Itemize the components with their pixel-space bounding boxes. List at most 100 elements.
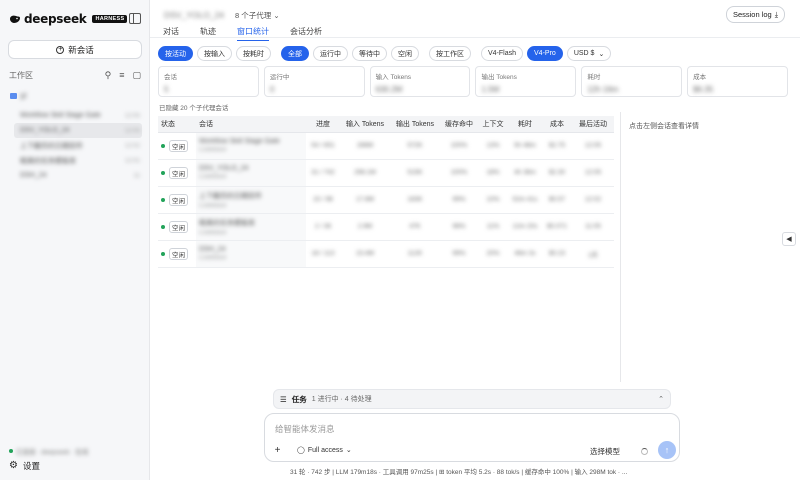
session-item[interactable]: 上下翻页的日期控件 12:02 <box>14 138 142 153</box>
filter-all-chip[interactable]: 全部 <box>281 46 309 61</box>
row-time: 46m 3s <box>508 240 542 268</box>
settings-button[interactable]: ⚙ 设置 <box>9 460 40 472</box>
session-table: 状态 会话 进度 输入 Tokens 输出 Tokens 缓存命中 上下文 耗时… <box>158 116 614 268</box>
task-list-icon: ☰ <box>280 394 287 404</box>
hidden-subagents-note: 已隐藏 20 个子代理会话 <box>159 105 229 112</box>
currency-select[interactable]: USD $ ⌄ <box>566 46 612 61</box>
workspace-folder[interactable]: gt <box>10 91 27 100</box>
gear-icon: ⚙ <box>9 460 18 471</box>
tab-session-analysis[interactable]: 会话分析 <box>290 24 322 41</box>
task-status: 1 进行中 · 4 待处理 <box>311 396 372 403</box>
model-select[interactable]: 选择模型 <box>590 446 620 457</box>
stat-card-running: 运行中 0 <box>263 66 365 97</box>
chevron-up-icon[interactable]: ⌃ <box>658 395 664 403</box>
sidebar: deepseek HARNESS + 新会话 工作区 ⚲ ≡ ▢ gt Work… <box>0 0 150 480</box>
row-context: 13% <box>478 132 508 160</box>
folder-icon <box>10 92 17 99</box>
row-cache: 100% <box>440 159 478 187</box>
row-context: 11% <box>478 213 508 241</box>
session-item[interactable]: DSH_24 11 <box>14 168 142 183</box>
stat-cards: 会话 5 运行中 0 输入 Tokens 630.2M 输出 Tokens 1.5M 耗… <box>158 66 788 97</box>
session-item-active[interactable]: DSV_YOLO_24 12:05 <box>14 123 142 138</box>
session-item[interactable]: Workflow Skill Stage Gate 12:05 <box>14 108 142 123</box>
col-last-activity[interactable]: 最后活动 <box>572 116 614 133</box>
sort-time-chip[interactable]: 按耗时 <box>236 46 271 61</box>
col-session[interactable]: 会话 <box>196 116 306 133</box>
row-input: 288M <box>340 132 390 160</box>
row-last: 12:05 <box>572 132 614 160</box>
new-chat-button[interactable]: + 新会话 <box>8 40 142 59</box>
workspace-header: 工作区 ⚲ ≡ ▢ <box>9 70 141 81</box>
row-input: 17.8M <box>340 186 390 214</box>
col-output-tokens[interactable]: 输出 Tokens <box>390 116 440 133</box>
logo-text: deepseek <box>24 12 87 26</box>
col-duration[interactable]: 耗时 <box>508 116 542 133</box>
row-progress: 2 / 36 <box>306 213 340 241</box>
filter-icon[interactable]: ≡ <box>119 70 124 81</box>
tab-chat[interactable]: 对话 <box>163 24 179 41</box>
stat-card-input-tokens: 输入 Tokens 630.2M <box>369 66 471 97</box>
row-cost: $2.75 <box>542 132 572 160</box>
col-state[interactable]: 状态 <box>158 116 196 133</box>
message-input[interactable]: 给智能体发消息 <box>275 423 335 435</box>
collapse-right-panel-icon[interactable]: ◀ <box>782 232 796 246</box>
message-composer[interactable]: 给智能体发消息 + ◯ Full access ⌄ 选择模型 ↑ <box>264 413 680 462</box>
row-session[interactable]: 精美的任务模板库 Codebase <box>196 213 306 241</box>
connection-status: 已连接 · deepseek · 在线 <box>9 446 88 456</box>
session-item[interactable]: 精美的任务模板库 12:01 <box>14 153 142 168</box>
model-v4-pro-chip[interactable]: V4-Pro <box>527 46 563 61</box>
row-state: 空闲 <box>158 132 196 160</box>
row-time: 12m 20s <box>508 213 542 241</box>
group-workspace-chip[interactable]: 按工作区 <box>429 46 471 61</box>
tab-trace[interactable]: 轨迹 <box>200 24 216 41</box>
col-cache-hit[interactable]: 缓存命中 <box>440 116 478 133</box>
table-row[interactable]: 空闲 Workflow Skill Stage Gate Codebase 54 / … <box>158 132 614 160</box>
tab-window-stats[interactable]: 窗口统计 <box>237 24 269 41</box>
session-log-button[interactable]: Session log ⤓ <box>726 6 785 23</box>
stat-card-output-tokens: 输出 Tokens 1.5M <box>475 66 577 97</box>
agents-dropdown[interactable]: 8 个子代理 ⌄ <box>235 10 280 21</box>
access-mode-select[interactable]: ◯ Full access ⌄ <box>297 446 352 455</box>
row-cost: $0.23 <box>542 240 572 268</box>
table-row[interactable]: 空闲 DSV_YOLO_24 Codebase 31 / 742 298.1M 515K 1… <box>158 159 614 187</box>
search-icon[interactable]: ⚲ <box>105 70 112 81</box>
col-input-tokens[interactable]: 输入 Tokens <box>340 116 390 133</box>
table-row[interactable]: 空闲 DSH_24 Codebase 18 / 113 23.4M 112K 99% 20% 4… <box>158 240 614 268</box>
row-input: 2.9M <box>340 213 390 241</box>
row-last: 1天 <box>572 240 614 268</box>
sort-input-chip[interactable]: 按输入 <box>197 46 232 61</box>
row-session[interactable]: DSH_24 Codebase <box>196 240 306 268</box>
row-cost: $0.57 <box>542 186 572 214</box>
page-title: DSV_YOLO_24 <box>164 10 225 20</box>
row-session[interactable]: DSV_YOLO_24 Codebase <box>196 159 306 187</box>
attach-plus-icon[interactable]: + <box>271 444 284 457</box>
filter-running-chip[interactable]: 运行中 <box>313 46 348 61</box>
row-session[interactable]: 上下翻页的日期控件 Codebase <box>196 186 306 214</box>
filter-idle-chip[interactable]: 空闲 <box>391 46 419 61</box>
table-row[interactable]: 空闲 上下翻页的日期控件 Codebase 15 / 98 17.8M 183K 99% 10… <box>158 186 614 214</box>
status-text: 已连接 · deepseek · 在线 <box>16 449 89 456</box>
sort-activity-chip[interactable]: 按活动 <box>158 46 193 61</box>
logo: deepseek HARNESS <box>9 12 128 26</box>
loading-spinner-icon <box>641 448 648 455</box>
model-v4-flash-chip[interactable]: V4-Flash <box>481 46 524 61</box>
col-progress[interactable]: 进度 <box>306 116 340 133</box>
row-context: 20% <box>478 240 508 268</box>
idle-badge: 空闲 <box>169 193 188 206</box>
status-dot-icon <box>9 449 13 453</box>
collapse-sidebar-icon[interactable] <box>129 13 141 24</box>
add-folder-icon[interactable]: ▢ <box>132 70 141 81</box>
col-cost[interactable]: 成本 <box>542 116 572 133</box>
filter-waiting-chip[interactable]: 等待中 <box>352 46 387 61</box>
row-cache: 99% <box>440 186 478 214</box>
table-row[interactable]: 空闲 精美的任务模板库 Codebase 2 / 36 2.9M 47K 98% 11% 12m… <box>158 213 614 241</box>
send-button[interactable]: ↑ <box>658 441 676 459</box>
row-cost: $0.071 <box>542 213 572 241</box>
row-output: 515K <box>390 159 440 187</box>
task-bar[interactable]: ☰ 任务 1 进行中 · 4 待处理 ⌃ <box>273 389 671 409</box>
stat-card-cost: 成本 $6.35 <box>687 66 788 97</box>
idle-badge: 空闲 <box>169 247 188 260</box>
row-session[interactable]: Workflow Skill Stage Gate Codebase <box>196 132 306 160</box>
col-context[interactable]: 上下文 <box>478 116 508 133</box>
row-state: 空闲 <box>158 186 196 214</box>
